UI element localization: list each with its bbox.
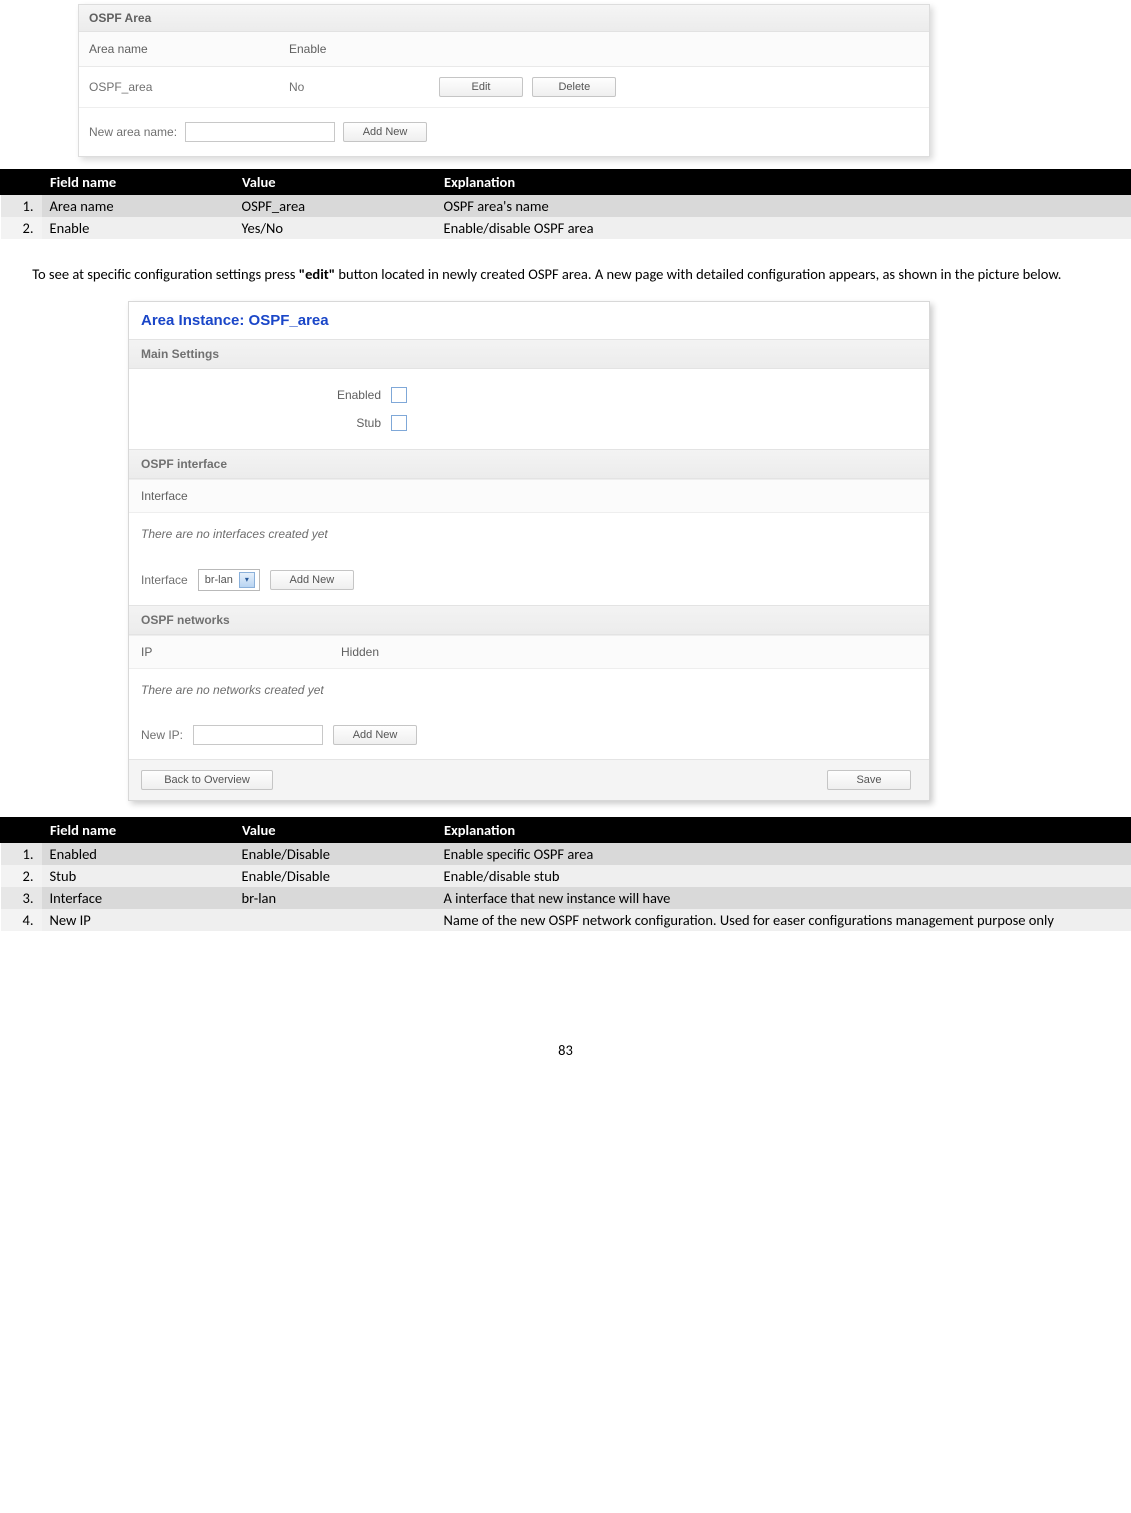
ospf-area-footer: New area name: Add New xyxy=(79,108,929,156)
cell-value: Enable/Disable xyxy=(234,865,436,887)
header-hidden: Hidden xyxy=(341,645,379,659)
ospf-area-header-row: Area name Enable xyxy=(79,32,929,67)
cell-explanation: Enable specific OSPF area xyxy=(436,842,1131,865)
cell-explanation: OSPF area's name xyxy=(436,195,1131,218)
table-row: 1. Enabled Enable/Disable Enable specifi… xyxy=(1,842,1131,865)
row-enable-value: No xyxy=(289,80,439,94)
row-area-name: OSPF_area xyxy=(89,80,289,94)
header-area-name: Area name xyxy=(89,42,289,56)
ospf-area-row: OSPF_area No Edit Delete xyxy=(79,67,929,108)
label-new-ip: New IP: xyxy=(141,728,183,742)
cell-field: New IP xyxy=(42,909,234,931)
cell-field: Interface xyxy=(42,887,234,909)
label-interface: Interface xyxy=(141,573,188,587)
cell-field: Enabled xyxy=(42,842,234,865)
save-button[interactable]: Save xyxy=(827,770,911,790)
network-add-new-button[interactable]: Add New xyxy=(333,725,417,745)
table-row: 3. Interface br-lan A interface that new… xyxy=(1,887,1131,909)
cell-num: 3. xyxy=(1,887,42,909)
cell-num: 2. xyxy=(1,217,42,239)
th-value: Value xyxy=(234,170,436,195)
body-text-bold: "edit" xyxy=(299,265,335,283)
th-explanation: Explanation xyxy=(436,817,1131,842)
interface-add-new-button[interactable]: Add New xyxy=(270,570,354,590)
main-settings-form: Enabled Stub xyxy=(129,369,929,449)
cell-field: Enable xyxy=(42,217,234,239)
th-explanation: Explanation xyxy=(436,170,1131,195)
new-ip-inline-row: New IP: Add New xyxy=(129,711,929,759)
cell-explanation: A interface that new instance will have xyxy=(436,887,1131,909)
cell-explanation: Name of the new OSPF network configurati… xyxy=(436,909,1131,931)
section-ospf-interface: OSPF interface xyxy=(129,449,929,479)
cell-explanation: Enable/disable stub xyxy=(436,865,1131,887)
interface-select-value: br-lan xyxy=(205,574,233,586)
label-stub: Stub xyxy=(141,416,391,430)
form-row-enabled: Enabled xyxy=(141,381,917,409)
checkbox-enabled[interactable] xyxy=(391,387,407,403)
cell-num: 1. xyxy=(1,195,42,218)
body-paragraph: To see at specific configuration setting… xyxy=(6,265,1125,285)
edit-button[interactable]: Edit xyxy=(439,77,523,97)
table-header-row: Field name Value Explanation xyxy=(1,817,1131,842)
cell-value xyxy=(234,909,436,931)
cell-explanation: Enable/disable OSPF area xyxy=(436,217,1131,239)
bottom-bar: Back to Overview Save xyxy=(129,759,929,800)
add-new-button[interactable]: Add New xyxy=(343,122,427,142)
ospf-area-panel: OSPF Area Area name Enable OSPF_area No … xyxy=(78,4,930,157)
cell-value: Enable/Disable xyxy=(234,842,436,865)
th-num xyxy=(1,817,42,842)
section-main-settings: Main Settings xyxy=(129,339,929,369)
th-value: Value xyxy=(234,817,436,842)
new-area-name-input[interactable] xyxy=(185,122,335,142)
table-row: 4. New IP Name of the new OSPF network c… xyxy=(1,909,1131,931)
interface-select[interactable]: br-lan ▾ xyxy=(198,569,260,591)
cell-value: OSPF_area xyxy=(234,195,436,218)
new-ip-input[interactable] xyxy=(193,725,323,745)
interface-inline-row: Interface br-lan ▾ Add New xyxy=(129,555,929,605)
header-ip: IP xyxy=(141,645,341,659)
header-interface: Interface xyxy=(129,479,929,513)
page-number: 83 xyxy=(0,1041,1131,1059)
table-header-row: Field name Value Explanation xyxy=(1,170,1131,195)
cell-num: 2. xyxy=(1,865,42,887)
table-row: 1. Area name OSPF_area OSPF area's name xyxy=(1,195,1131,218)
msg-no-networks: There are no networks created yet xyxy=(129,669,929,711)
body-text-after: button located in newly created OSPF are… xyxy=(335,265,1061,283)
cell-value: Yes/No xyxy=(234,217,436,239)
header-enable: Enable xyxy=(289,42,439,56)
cell-field: Area name xyxy=(42,195,234,218)
networks-header-row: IP Hidden xyxy=(129,635,929,669)
table-row: 2. Enable Yes/No Enable/disable OSPF are… xyxy=(1,217,1131,239)
cell-field: Stub xyxy=(42,865,234,887)
cell-num: 1. xyxy=(1,842,42,865)
field-table-1: Field name Value Explanation 1. Area nam… xyxy=(0,169,1131,239)
msg-no-interfaces: There are no interfaces created yet xyxy=(129,513,929,555)
th-field: Field name xyxy=(42,170,234,195)
form-row-stub: Stub xyxy=(141,409,917,437)
section-ospf-networks: OSPF networks xyxy=(129,605,929,635)
area-instance-panel: Area Instance: OSPF_area Main Settings E… xyxy=(128,301,930,801)
back-to-overview-button[interactable]: Back to Overview xyxy=(141,770,273,790)
body-text-before: To see at specific configuration setting… xyxy=(32,265,299,283)
chevron-down-icon: ▾ xyxy=(239,572,255,588)
field-table-2: Field name Value Explanation 1. Enabled … xyxy=(0,817,1131,931)
table-row: 2. Stub Enable/Disable Enable/disable st… xyxy=(1,865,1131,887)
cell-value: br-lan xyxy=(234,887,436,909)
area-instance-title: Area Instance: OSPF_area xyxy=(129,302,929,339)
cell-num: 4. xyxy=(1,909,42,931)
delete-button[interactable]: Delete xyxy=(532,77,616,97)
new-area-name-label: New area name: xyxy=(89,125,177,139)
label-enabled: Enabled xyxy=(141,388,391,402)
ospf-area-title: OSPF Area xyxy=(79,5,929,32)
th-num xyxy=(1,170,42,195)
checkbox-stub[interactable] xyxy=(391,415,407,431)
th-field: Field name xyxy=(42,817,234,842)
